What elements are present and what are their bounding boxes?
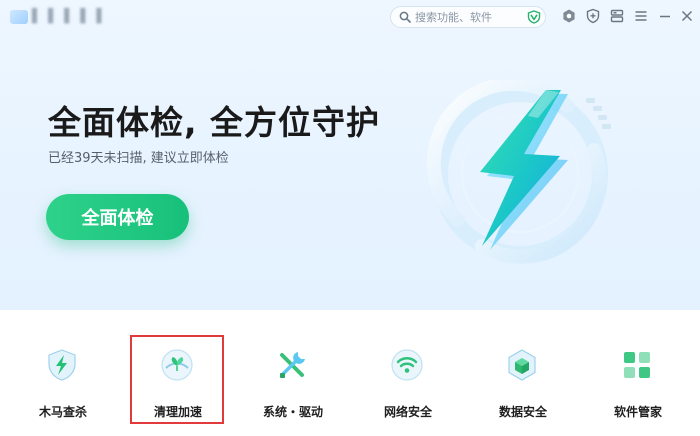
tool-data-security[interactable]: 数据安全 (465, 310, 581, 436)
page-title: 全面体检, 全方位守护 (48, 103, 381, 142)
wifi-security-icon (391, 349, 423, 381)
shield-plus-icon[interactable] (585, 8, 601, 24)
search-box[interactable] (390, 6, 546, 28)
software-manager-icon (624, 352, 650, 378)
hero-panel: ▌ ▌ ▌ ▌ ▌ 全面体检, 全方位守护 已经39天未 (0, 0, 700, 310)
system-driver-tools-icon (280, 352, 305, 378)
tool-system-driver[interactable]: 系统・驱动 (235, 310, 351, 436)
tools-bar: 木马查杀 清理加速 系统・驱动 网络安全 数据安全 软件管家 (0, 310, 700, 436)
minimize-icon[interactable] (657, 8, 673, 24)
tool-label: 软件管家 (613, 405, 662, 419)
search-icon (399, 11, 411, 23)
close-icon[interactable] (679, 8, 695, 24)
tool-cleanup[interactable]: 清理加速 (120, 310, 236, 436)
tool-trojan-scan[interactable]: 木马查杀 (5, 310, 121, 436)
search-input[interactable] (415, 9, 515, 25)
app-title: ▌ ▌ ▌ ▌ ▌ (32, 9, 108, 24)
tool-label: 系统・驱动 (262, 405, 323, 419)
tool-label: 清理加速 (153, 405, 202, 419)
tool-label: 木马查杀 (38, 405, 87, 419)
app-logo (10, 10, 28, 24)
tool-network-security[interactable]: 网络安全 (350, 310, 466, 436)
settings-hex-icon[interactable] (561, 8, 577, 24)
data-cube-icon (508, 349, 536, 381)
lightning-shield-icon (426, 80, 611, 264)
scan-status-text: 已经39天未扫描, 建议立即体检 (48, 151, 229, 166)
cleanup-accelerate-icon (161, 349, 193, 381)
full-scan-button[interactable]: 全面体检 (46, 194, 189, 240)
tool-label: 网络安全 (383, 405, 432, 419)
tool-label: 数据安全 (498, 405, 547, 419)
tool-software-manager[interactable]: 软件管家 (580, 310, 696, 436)
menu-icon[interactable] (633, 8, 649, 24)
skin-icon[interactable] (609, 8, 625, 24)
trojan-shield-icon (48, 349, 76, 381)
security-shield-icon[interactable] (527, 10, 541, 24)
